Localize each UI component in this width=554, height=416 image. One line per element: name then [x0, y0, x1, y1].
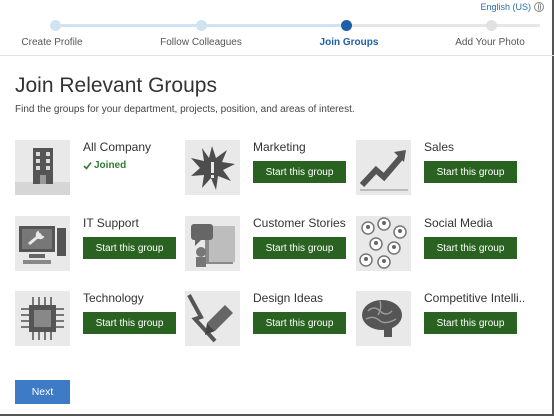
progress-tracker: Create Profile Follow Colleagues Join Gr… [0, 19, 554, 49]
checkmark-icon [83, 162, 92, 170]
group-name: Customer Stories [253, 216, 346, 230]
start-group-button[interactable]: Start this group [83, 237, 176, 259]
group-name: Marketing [253, 140, 306, 154]
group-name: Sales [424, 140, 455, 154]
group-card-all-company: All Company Joined [15, 140, 185, 198]
start-group-button[interactable]: Start this group [253, 312, 346, 334]
group-card-it-support: IT Support Start this group [15, 216, 185, 274]
group-card-sales: Sales Start this group [356, 140, 526, 198]
chip-icon [15, 291, 70, 346]
next-button[interactable]: Next [15, 380, 70, 404]
step-label-create-profile[interactable]: Create Profile [21, 37, 82, 48]
step-label-add-photo[interactable]: Add Your Photo [455, 37, 525, 48]
pencil-icon [185, 291, 240, 346]
globe-icon [534, 2, 544, 12]
start-group-button[interactable]: Start this group [424, 237, 517, 259]
group-name: Competitive Intelli... [424, 291, 524, 305]
step-dot-create-profile [50, 20, 61, 31]
computer-wrench-icon [15, 216, 70, 271]
step-label-join-groups: Join Groups [319, 37, 379, 48]
joined-label: Joined [94, 160, 127, 171]
speech-book-icon [185, 216, 240, 271]
page-subtitle: Find the groups for your department, pro… [15, 104, 355, 115]
group-card-technology: Technology Start this group [15, 291, 185, 349]
start-group-button[interactable]: Start this group [253, 161, 346, 183]
start-group-button[interactable]: Start this group [424, 161, 517, 183]
start-group-button[interactable]: Start this group [83, 312, 176, 334]
rising-chart-icon [356, 140, 411, 195]
group-card-social-media: Social Media Start this group [356, 216, 526, 274]
progress-track-remaining [346, 24, 540, 27]
step-dot-join-groups [341, 20, 352, 31]
group-card-competitive-intelligence: Competitive Intelli... Start this group [356, 291, 526, 349]
group-card-design-ideas: Design Ideas Start this group [185, 291, 355, 349]
step-dot-follow-colleagues [196, 20, 207, 31]
group-card-marketing: Marketing Start this group [185, 140, 355, 198]
step-label-follow-colleagues[interactable]: Follow Colleagues [160, 37, 242, 48]
language-selector[interactable]: English (US) [480, 2, 544, 12]
step-dot-add-photo [486, 20, 497, 31]
joined-status: Joined [83, 160, 126, 171]
group-name: Social Media [424, 216, 493, 230]
group-name: Design Ideas [253, 291, 324, 305]
building-icon [15, 140, 70, 195]
starburst-icon [185, 140, 240, 195]
page-title: Join Relevant Groups [15, 74, 217, 97]
start-group-button[interactable]: Start this group [253, 237, 346, 259]
start-group-button[interactable]: Start this group [424, 312, 517, 334]
header-divider [0, 55, 554, 56]
group-card-customer-stories: Customer Stories Start this group [185, 216, 355, 274]
brain-icon [356, 291, 411, 346]
group-name: IT Support [83, 216, 139, 230]
language-label[interactable]: English (US) [480, 2, 531, 12]
people-network-icon [356, 216, 411, 271]
window-frame [0, 0, 554, 416]
group-name: All Company [83, 140, 152, 154]
group-name: Technology [83, 291, 144, 305]
